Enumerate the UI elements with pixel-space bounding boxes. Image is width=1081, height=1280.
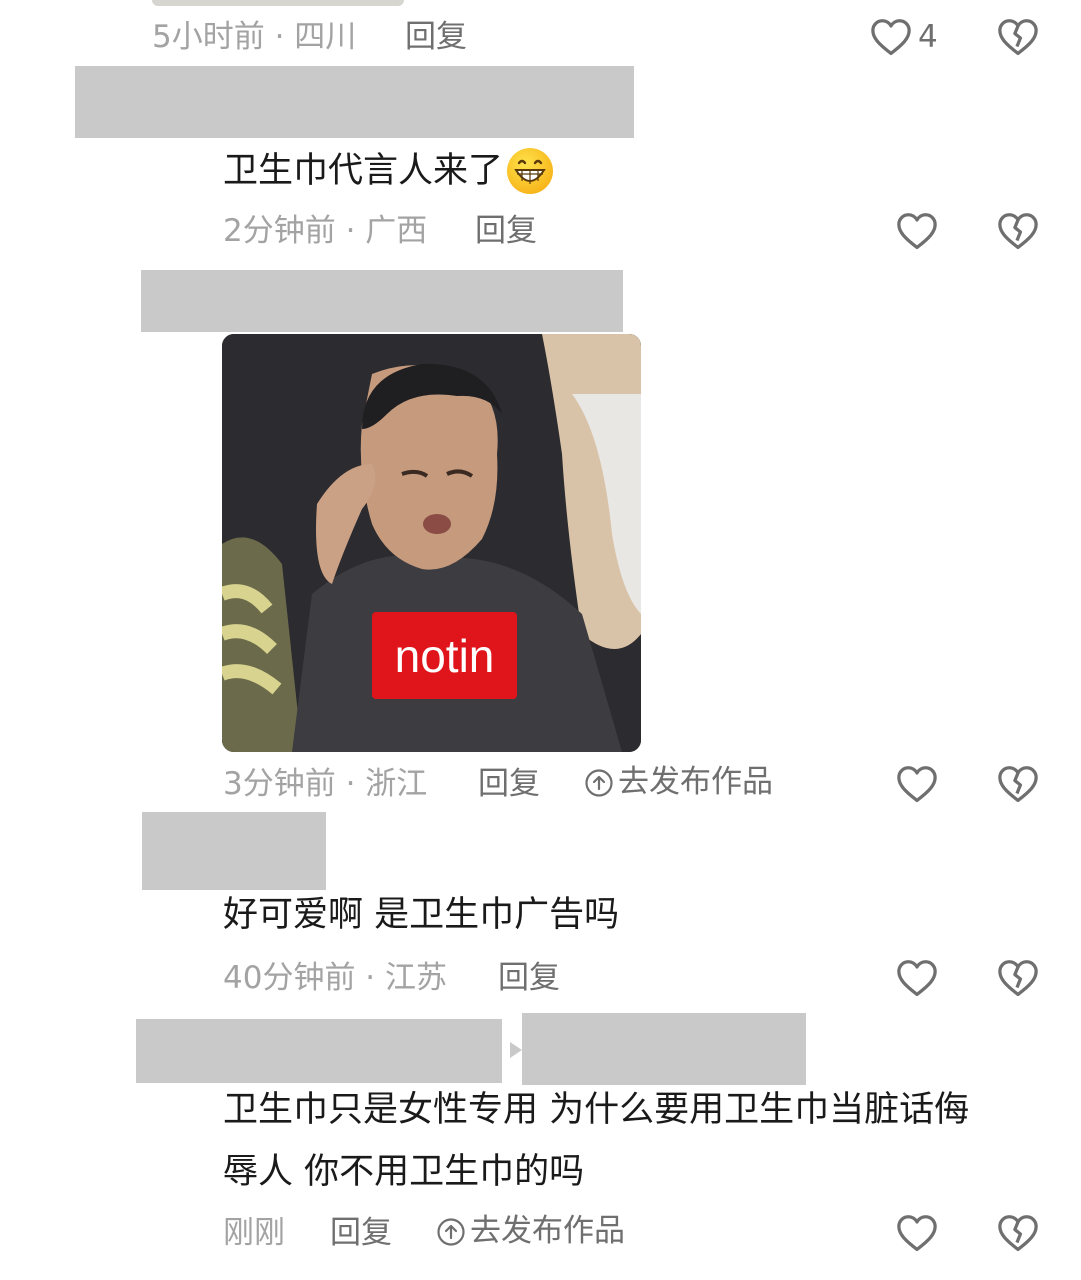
like-button[interactable] [894,1212,940,1254]
comment-meta-time: 40分钟前 · 江苏 [223,960,448,996]
comment-meta-time: 3分钟前 · 浙江 [223,766,428,802]
dislike-button[interactable] [995,957,1041,999]
like-button[interactable] [894,957,940,999]
reply-button[interactable]: 回复 [475,216,537,247]
comment-sticker-image[interactable]: notin [222,334,641,752]
dislike-button[interactable] [995,210,1041,252]
upload-circle-icon [585,768,613,797]
like-count: 4 [918,19,938,55]
username-redaction [75,66,634,138]
dislike-button[interactable] [995,763,1041,805]
comment-meta-time: 2分钟前 · 广西 [223,213,428,249]
dislike-button[interactable] [995,1212,1041,1254]
comment-meta-time: 刚刚 [223,1215,285,1251]
sticker-caption: notin [372,612,517,699]
heart-outline-icon [897,1215,937,1252]
reply-button[interactable]: 回复 [330,1218,392,1249]
username-redaction [142,812,326,890]
reply-button[interactable]: 回复 [478,769,540,800]
broken-heart-icon [998,766,1038,803]
comment-text-line-2: 辱人 你不用卫生巾的吗 [223,1152,585,1192]
broken-heart-icon [998,1215,1038,1252]
comment-text: 卫生巾代言人来了 [223,150,504,191]
publish-work-button[interactable]: 去发布作品 [436,1216,625,1247]
comment-image-thumbnail[interactable] [152,0,404,6]
publish-work-button[interactable]: 去发布作品 [584,767,773,798]
username-redaction [136,1019,502,1083]
username-redaction [141,270,623,332]
heart-outline-icon [897,766,937,803]
dislike-button[interactable] [995,16,1041,58]
like-button[interactable] [868,16,914,58]
reply-arrow-icon [510,1042,522,1058]
comment-body: 卫生巾代言人来了 [223,148,554,194]
reply-button[interactable]: 回复 [405,22,467,53]
like-button[interactable] [894,210,940,252]
comment-text: 好可爱啊 是卫生巾广告吗 [223,895,620,935]
heart-outline-icon [897,213,937,250]
heart-outline-icon [897,960,937,997]
reply-button[interactable]: 回复 [498,963,560,994]
broken-heart-icon [998,213,1038,250]
publish-work-label: 去发布作品 [470,1213,625,1249]
comment-text-line-1: 卫生巾只是女性专用 为什么要用卫生巾当脏话侮 [223,1090,970,1130]
publish-work-label: 去发布作品 [618,764,773,800]
comment-meta-time: 5小时前 · 四川 [152,19,357,55]
broken-heart-icon [998,960,1038,997]
username-redaction [522,1013,806,1085]
grinning-face-emoji [507,148,554,194]
heart-outline-icon [871,19,911,56]
broken-heart-icon [998,19,1038,56]
like-button[interactable] [894,763,940,805]
upload-circle-icon [437,1217,465,1246]
